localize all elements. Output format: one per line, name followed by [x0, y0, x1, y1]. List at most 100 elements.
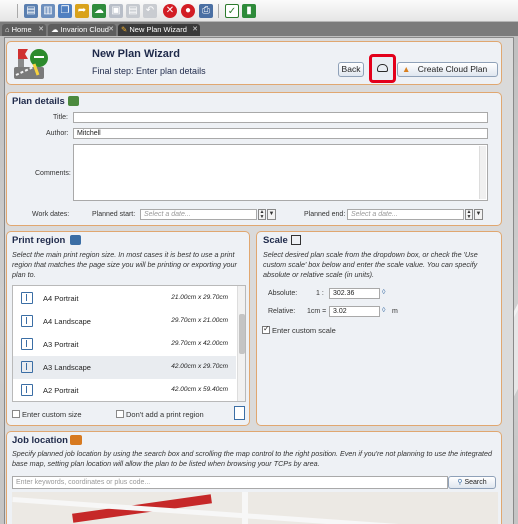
page-landscape-icon: [21, 315, 33, 327]
relative-unit: m: [392, 308, 398, 315]
printer-icon: [70, 235, 81, 245]
page-settings-icon[interactable]: [234, 406, 245, 420]
absolute-prefix: 1 :: [316, 290, 324, 297]
planned-end-label: Planned end:: [304, 211, 346, 218]
print-region-description: Select the main print region size. In mo…: [12, 250, 237, 279]
absolute-spinner[interactable]: ◊: [382, 289, 385, 296]
planned-end-placeholder: Select a date...: [351, 211, 398, 218]
planned-start-input[interactable]: Select a date...: [140, 209, 257, 220]
scale-heading: Scale: [263, 235, 288, 246]
print-region-list[interactable]: A4 Portrait 21.00cm x 29.70cm A4 Landscap…: [12, 285, 246, 402]
save-icon[interactable]: ▣: [109, 4, 123, 18]
wizard-title: New Plan Wizard: [92, 48, 180, 60]
create-cloud-plan-button[interactable]: ▲ Create Cloud Plan: [397, 62, 498, 77]
no-print-region-label: Don't add a print region: [126, 410, 204, 419]
wizard-subtitle: Final step: Enter plan details: [92, 66, 206, 76]
cloud-icon[interactable]: ☁: [92, 4, 106, 18]
custom-size-label: Enter custom size: [22, 410, 82, 419]
plan-details-heading: Plan details: [12, 96, 65, 107]
location-icon: [70, 435, 82, 445]
map-view[interactable]: [12, 492, 498, 524]
author-label: Author:: [46, 130, 69, 137]
title-input[interactable]: [73, 112, 488, 123]
new-page-icon[interactable]: ▤: [24, 4, 38, 18]
tab-bar: ⌂ Home ✕ ☁ Invarion Cloud ✕ ✎ New Plan Wiz…: [0, 22, 518, 36]
list-item[interactable]: A4 Landscape 29.70cm x 21.00cm: [13, 310, 236, 333]
work-dates-label: Work dates:: [32, 211, 70, 218]
search-button-label: Search: [464, 479, 487, 486]
no-print-region-checkbox[interactable]: [116, 410, 124, 418]
comments-scrollbar[interactable]: [479, 146, 486, 199]
scrollbar-thumb[interactable]: [239, 314, 245, 354]
custom-size-checkbox[interactable]: [12, 410, 20, 418]
copy-icon[interactable]: ❐: [58, 4, 72, 18]
undo-icon[interactable]: ↶: [143, 4, 157, 18]
printer-icon[interactable]: ⎙: [199, 4, 213, 18]
planned-end-input[interactable]: Select a date...: [347, 209, 464, 220]
wizard-logo-icon: [12, 45, 52, 83]
page-portrait-icon: [21, 292, 33, 304]
job-location-description: Specify planned job location by using th…: [12, 449, 493, 468]
tab-label: New Plan Wizard: [129, 25, 187, 34]
close-icon[interactable]: ✕: [108, 24, 114, 36]
list-item-size: 29.70cm x 21.00cm: [171, 317, 228, 324]
close-icon[interactable]: ✕: [192, 24, 198, 36]
custom-scale-checkbox[interactable]: ✓: [262, 324, 270, 334]
tab-invarion-cloud[interactable]: ☁ Invarion Cloud ✕: [48, 24, 116, 36]
chevron-down-icon[interactable]: ▼: [267, 209, 276, 220]
tab-new-plan-wizard[interactable]: ✎ New Plan Wizard ✕: [118, 24, 200, 36]
plan-details-icon: [68, 96, 79, 106]
tab-home[interactable]: ⌂ Home ✕: [2, 24, 46, 36]
list-item[interactable]: A3 Portrait 29.70cm x 42.00cm: [13, 333, 236, 356]
relative-spinner[interactable]: ◊: [382, 307, 385, 314]
relative-prefix: 1cm =: [307, 308, 327, 315]
open-icon[interactable]: ▥: [41, 4, 55, 18]
scale-description: Select desired plan scale from the dropd…: [263, 250, 478, 279]
location-search-input[interactable]: Enter keywords, coordinates or plus code…: [12, 476, 448, 489]
list-item-name: A3 Portrait: [43, 340, 79, 349]
list-item-size: 42.00cm x 29.70cm: [171, 363, 228, 370]
list-item-name: A4 Landscape: [43, 317, 91, 326]
list-item[interactable]: A2 Portrait 42.00cm x 59.40cm: [13, 379, 236, 401]
cloud-upload-highlight[interactable]: [369, 54, 396, 83]
list-item[interactable]: A4 Portrait 21.00cm x 29.70cm: [13, 287, 236, 310]
title-label: Title:: [53, 114, 68, 121]
home-icon: ⌂: [5, 25, 12, 34]
stop-red-icon[interactable]: ●: [181, 4, 195, 18]
page-portrait-icon: [21, 384, 33, 396]
planned-start-spinner[interactable]: ▲ ▼: [258, 209, 266, 220]
wizard-header: New Plan Wizard Final step: Enter plan d…: [6, 41, 502, 85]
job-location-heading: Job location: [12, 435, 68, 446]
tab-label: Invarion Cloud: [60, 25, 109, 34]
absolute-scale-input[interactable]: 302.36: [329, 288, 380, 299]
print-region-heading: Print region: [12, 235, 66, 246]
search-button[interactable]: ⚲ Search: [448, 476, 496, 489]
planned-start-placeholder: Select a date...: [144, 211, 191, 218]
close-red-icon[interactable]: ✕: [163, 4, 177, 18]
author-input[interactable]: Mitchell: [73, 128, 488, 139]
list-item-selected[interactable]: A3 Landscape 42.00cm x 29.70cm: [13, 356, 236, 379]
page-portrait-icon: [21, 338, 33, 350]
planned-end-spinner[interactable]: ▲ ▼: [465, 209, 473, 220]
cloud-icon: [377, 64, 388, 72]
list-item-size: 29.70cm x 42.00cm: [171, 340, 228, 347]
print-icon[interactable]: ▤: [126, 4, 140, 18]
tab-label: Home: [11, 25, 32, 34]
map-road-minor: [242, 492, 248, 524]
chevron-down-icon[interactable]: ▼: [474, 209, 483, 220]
main-toolbar: ▤ ▥ ❐ ➦ ☁ ▣ ▤ ↶ ✕ ● ⎙ ✓ ▮: [0, 0, 518, 22]
checkbox-icon[interactable]: ✓: [225, 4, 239, 18]
list-item-name: A4 Portrait: [43, 294, 79, 303]
relative-scale-input[interactable]: 3.02: [329, 306, 380, 317]
list-item-size: 42.00cm x 59.40cm: [171, 386, 228, 393]
list-scrollbar[interactable]: [237, 286, 245, 401]
create-cloud-plan-label: Create Cloud Plan: [417, 64, 488, 74]
toolbar-separator: [218, 4, 219, 18]
chart-icon[interactable]: ▮: [242, 4, 256, 18]
back-button[interactable]: Back: [338, 62, 364, 77]
relative-label: Relative:: [268, 308, 296, 315]
comments-textarea[interactable]: [73, 144, 488, 201]
list-item-name: A2 Portrait: [43, 386, 79, 395]
export-icon[interactable]: ➦: [75, 4, 89, 18]
close-icon[interactable]: ✕: [38, 24, 44, 36]
